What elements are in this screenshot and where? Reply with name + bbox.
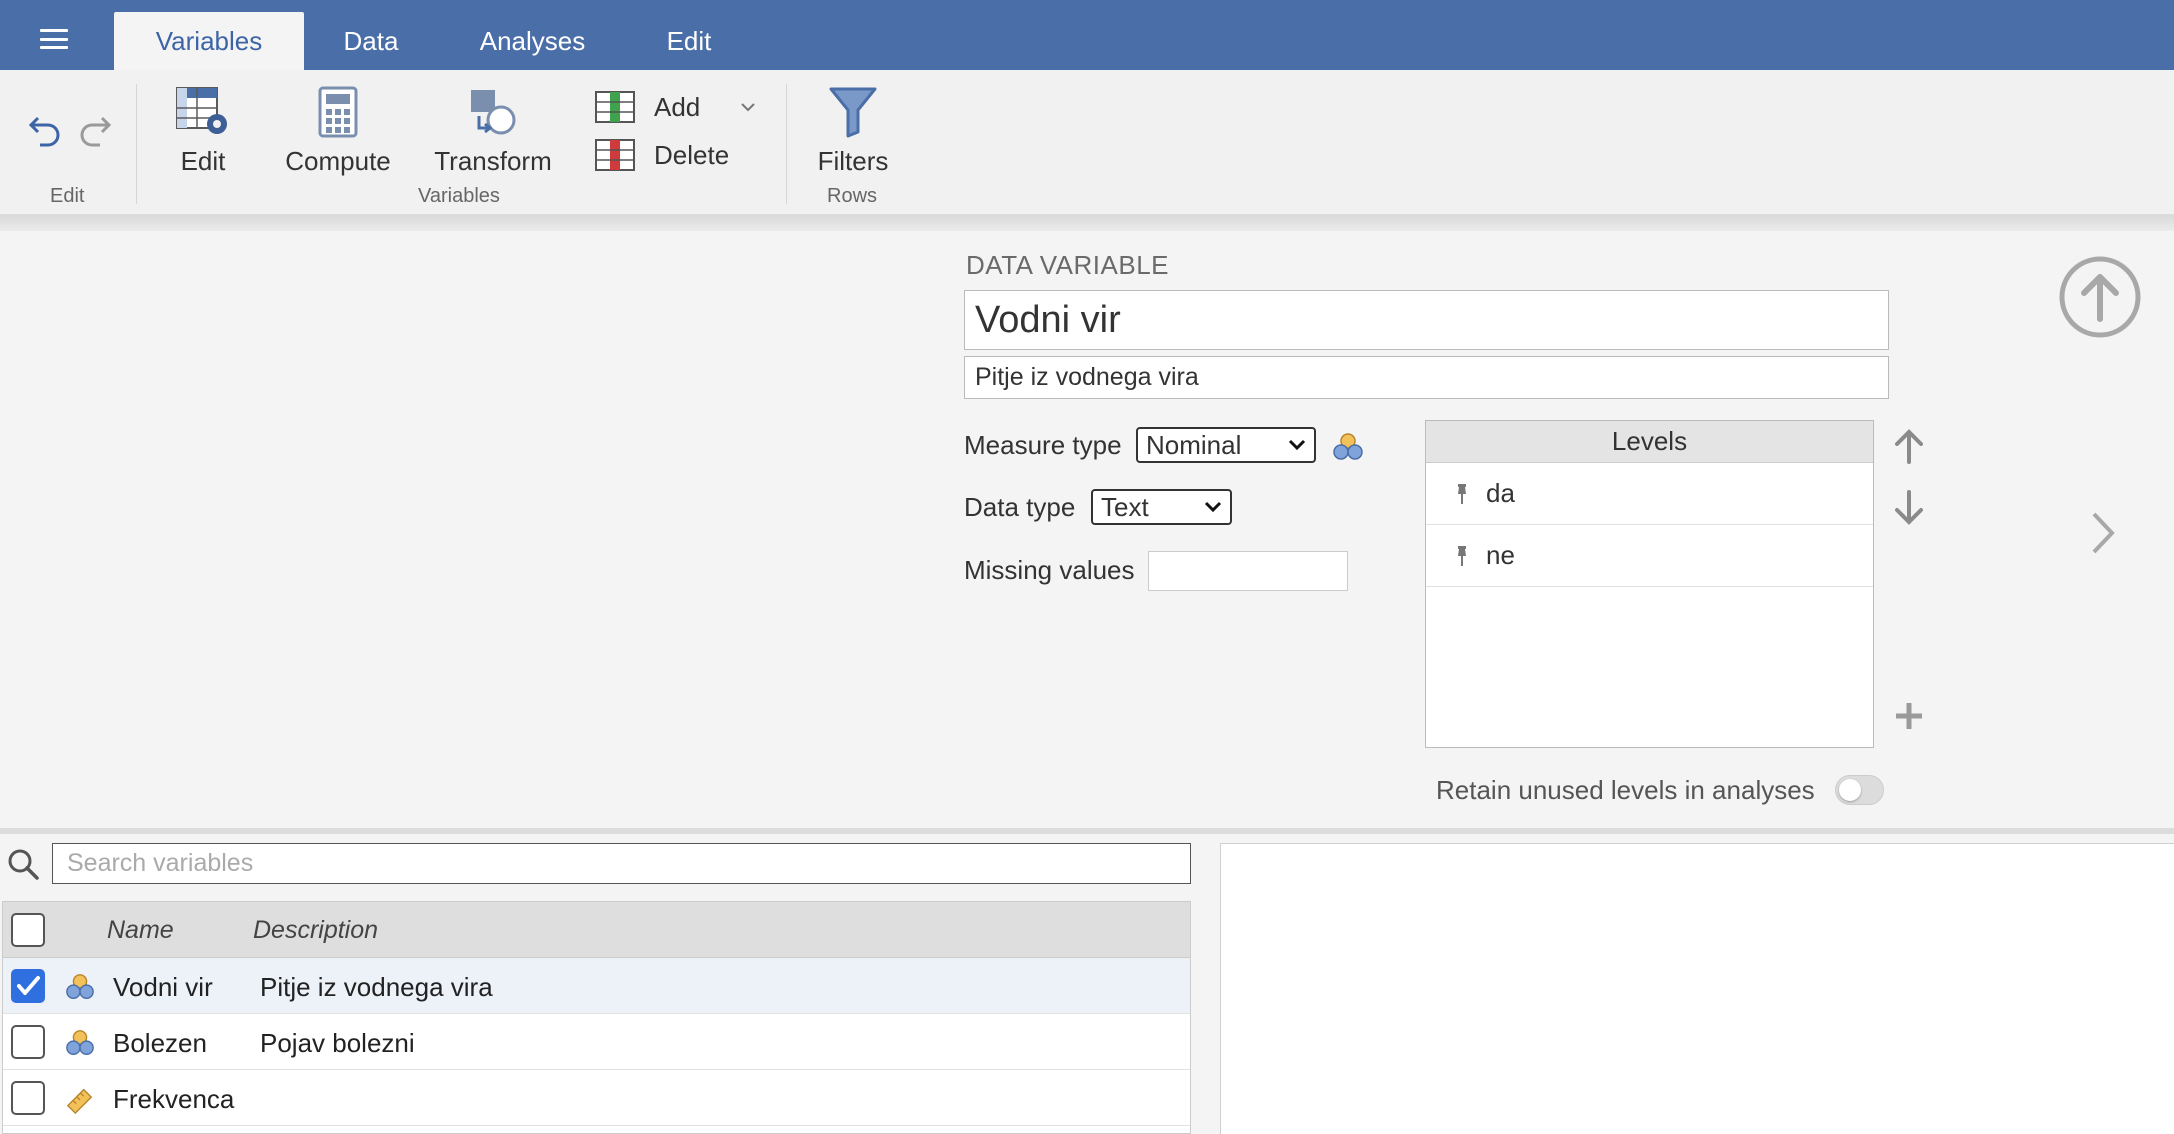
level-label: ne: [1486, 540, 1515, 570]
chevron-right-icon[interactable]: [2090, 510, 2116, 556]
data-type-label: Data type: [964, 492, 1076, 522]
retain-unused-levels-label: Retain unused levels in analyses: [1436, 775, 1815, 805]
chevron-down-icon: [1288, 439, 1306, 451]
undo-icon[interactable]: [28, 112, 64, 153]
select-all-checkbox[interactable]: [11, 913, 45, 947]
variables-table: Name Description Vodni vir Pitje iz vodn…: [2, 901, 1191, 1134]
table-row[interactable]: Frekvenca: [3, 1070, 1190, 1126]
column-header-name[interactable]: Name: [107, 916, 174, 945]
chevron-down-icon: [1204, 501, 1222, 513]
edit-variable-button[interactable]: Edit: [160, 86, 246, 177]
add-variable-button[interactable]: Add: [594, 90, 756, 124]
redo-icon[interactable]: [76, 112, 112, 153]
data-variable-title: DATA VARIABLE: [966, 250, 1170, 280]
level-label: da: [1486, 478, 1515, 508]
transform-button-label: Transform: [434, 146, 552, 176]
search-variables-input[interactable]: [52, 843, 1191, 884]
missing-values-input[interactable]: [1148, 551, 1348, 591]
variable-name-input[interactable]: [964, 290, 1889, 350]
level-item[interactable]: da: [1426, 463, 1873, 525]
ribbon-shadow: [0, 215, 2174, 231]
transform-icon: [471, 90, 516, 135]
compute-button-label: Compute: [285, 146, 391, 176]
delete-column-icon: [595, 139, 635, 171]
compute-button[interactable]: Compute: [278, 86, 398, 177]
data-type-select[interactable]: Text: [1091, 489, 1232, 525]
variable-name-cell: Bolezen: [113, 1028, 207, 1058]
tab-data[interactable]: Data: [320, 12, 422, 70]
levels-list: Levels da ne: [1425, 420, 1874, 748]
measure-type-label: Measure type: [964, 430, 1122, 460]
levels-header: Levels: [1426, 421, 1873, 463]
ribbon-separator: [786, 84, 787, 204]
ribbon-group-rows: Rows: [827, 185, 878, 207]
retain-unused-levels-toggle[interactable]: [1835, 775, 1884, 805]
results-panel: [1220, 843, 2174, 1134]
add-column-icon: [595, 91, 635, 123]
hamburger-menu-icon[interactable]: [28, 22, 80, 56]
edit-setup-icon: [176, 87, 227, 134]
table-row[interactable]: Bolezen Pojav bolezni: [3, 1014, 1190, 1070]
variable-name-cell: Frekvenca: [113, 1084, 235, 1114]
table-header: Name Description: [3, 902, 1190, 958]
funnel-filter-icon: [829, 87, 877, 138]
ribbon-separator: [136, 84, 137, 204]
search-icon: [8, 849, 39, 880]
measure-type-select[interactable]: Nominal: [1136, 427, 1316, 463]
ribbon-group-edit: Edit: [50, 185, 85, 207]
variable-name-cell: Vodni vir: [113, 972, 213, 1002]
missing-values-label: Missing values: [964, 555, 1135, 585]
checkmark-icon: [17, 976, 40, 995]
row-checkbox[interactable]: [11, 969, 45, 1003]
transform-button[interactable]: Transform: [428, 86, 558, 177]
panel-divider[interactable]: [0, 828, 2174, 834]
nominal-icon: [66, 974, 94, 999]
arrow-down-icon[interactable]: [1892, 488, 1926, 526]
nominal-icon: [1333, 433, 1363, 460]
nominal-icon: [66, 1030, 94, 1055]
calculator-icon: [318, 86, 358, 138]
table-row[interactable]: Vodni vir Pitje iz vodnega vira: [3, 958, 1190, 1014]
continuous-ruler-icon: [66, 1088, 93, 1114]
chevron-down-icon[interactable]: [740, 102, 756, 112]
add-level-plus-icon[interactable]: [1893, 700, 1925, 732]
pin-icon[interactable]: [1454, 544, 1470, 568]
filters-button[interactable]: Filters: [810, 86, 896, 177]
data-type-value: Text: [1101, 491, 1149, 522]
top-tab-bar: Variables Data Analyses Edit: [0, 0, 2174, 70]
ribbon-group-variables: Variables: [418, 185, 500, 207]
edit-button-label: Edit: [180, 146, 226, 176]
tab-analyses[interactable]: Analyses: [455, 12, 610, 70]
filters-button-label: Filters: [817, 146, 889, 176]
delete-button-label: Delete: [654, 139, 730, 170]
tab-variables[interactable]: Variables: [114, 12, 304, 70]
variable-description-input[interactable]: [964, 356, 1889, 399]
row-checkbox[interactable]: [11, 1081, 45, 1115]
measure-type-value: Nominal: [1146, 429, 1242, 460]
variable-description-cell: Pitje iz vodnega vira: [260, 972, 493, 1002]
collapse-up-circle-icon[interactable]: [2058, 255, 2142, 339]
level-item[interactable]: ne: [1426, 525, 1873, 587]
arrow-up-icon[interactable]: [1892, 428, 1926, 466]
tab-edit[interactable]: Edit: [640, 12, 738, 70]
column-header-description[interactable]: Description: [253, 916, 378, 945]
pin-icon[interactable]: [1454, 482, 1470, 506]
add-button-label: Add: [654, 91, 701, 122]
row-checkbox[interactable]: [11, 1025, 45, 1059]
delete-variable-button[interactable]: Delete: [594, 138, 729, 172]
variable-description-cell: Pojav bolezni: [260, 1028, 415, 1058]
